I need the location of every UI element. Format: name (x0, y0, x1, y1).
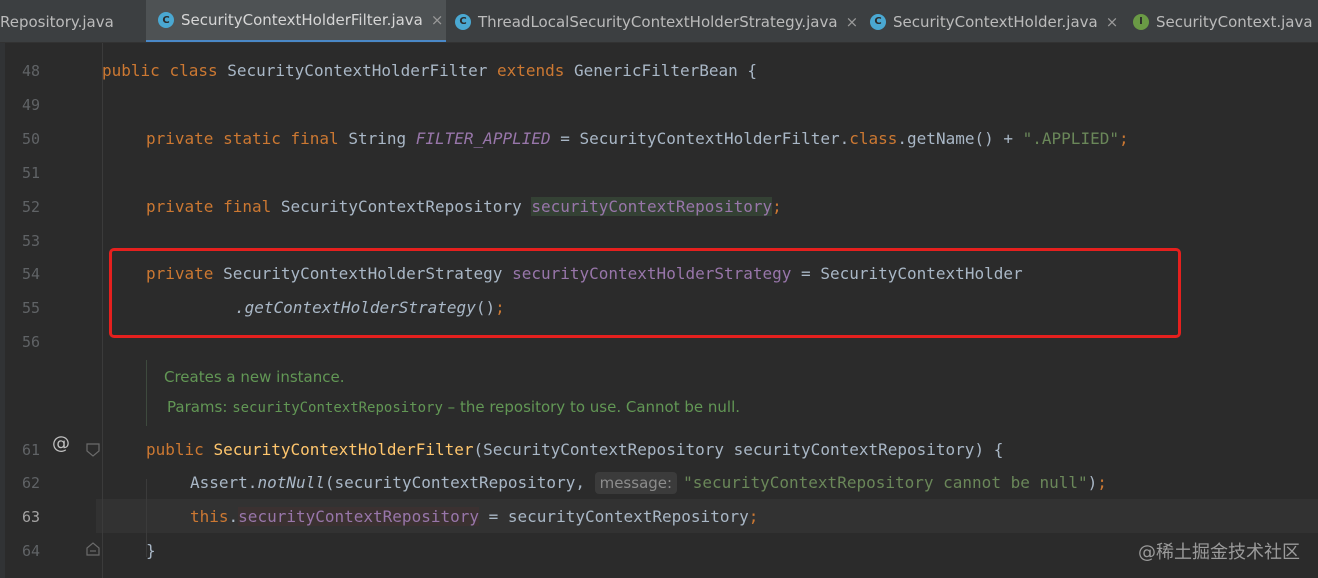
line-number: 53 (0, 224, 40, 258)
javadoc-summary: Creates a new instance. (164, 368, 344, 386)
interface-icon: I (1133, 14, 1149, 30)
override-marker-icon[interactable]: @ (52, 433, 70, 454)
code-line-51[interactable]: 51 (0, 156, 1318, 190)
line-number: 50 (0, 122, 40, 156)
parameter-hint: message: (595, 472, 677, 494)
line-number: 63 (0, 500, 40, 534)
close-icon[interactable]: × (431, 11, 444, 29)
code-text: private static final String FILTER_APPLI… (146, 122, 1129, 156)
close-icon[interactable]: × (846, 13, 859, 31)
rendered-javadoc: Creates a new instance. Params: security… (146, 360, 1318, 426)
tab-label: SecurityContextHolderFilter.java (181, 11, 423, 29)
code-line-63[interactable]: 63 this.securityContextRepository = secu… (0, 500, 1318, 534)
code-text: public SecurityContextHolderFilter(Secur… (146, 433, 1003, 467)
highlighted-field: securityContextRepository (238, 507, 479, 526)
line-number: 54 (0, 257, 40, 291)
tab-security-context-holder[interactable]: C SecurityContextHolder.java × (870, 0, 1122, 43)
line-number: 52 (0, 190, 40, 224)
watermark: @稀土掘金技术社区 (1138, 538, 1300, 564)
line-number: 55 (0, 291, 40, 325)
line-number: 64 (0, 534, 40, 568)
line-number: 56 (0, 325, 40, 359)
tab-thread-local-strategy[interactable]: C ThreadLocalSecurityContextHolderStrate… (455, 0, 859, 43)
editor-tab-bar: Repository.java C SecurityContextHolderF… (0, 0, 1318, 43)
tab-label: SecurityContext.java (1156, 13, 1313, 31)
fold-marker-icon[interactable] (86, 443, 100, 457)
javadoc-params: Params: securityContextRepository – the … (167, 398, 740, 416)
close-icon[interactable]: × (1106, 13, 1119, 31)
code-text: } (146, 534, 156, 568)
code-line-49[interactable]: 49 (0, 88, 1318, 122)
code-line-50[interactable]: 50 private static final String FILTER_AP… (0, 122, 1318, 156)
highlight-box (109, 248, 1181, 338)
tab-label: ThreadLocalSecurityContextHolderStrategy… (478, 13, 838, 31)
code-line-62[interactable]: 62 Assert.notNull(securityContextReposit… (0, 466, 1318, 500)
class-icon: C (870, 14, 886, 30)
code-line-64[interactable]: 64 } (0, 534, 1318, 568)
tab-repository[interactable]: Repository.java (0, 0, 142, 43)
line-number: 62 (0, 466, 40, 500)
line-number: 61 (0, 433, 40, 467)
code-line-52[interactable]: 52 private final SecurityContextReposito… (0, 190, 1318, 224)
tab-label: Repository.java (0, 13, 114, 31)
fold-end-marker-icon[interactable] (86, 542, 100, 556)
highlighted-field: securityContextRepository (531, 197, 772, 216)
line-number: 51 (0, 156, 40, 190)
code-editor[interactable]: 48 public class SecurityContextHolderFil… (0, 43, 1318, 578)
code-text: private final SecurityContextRepository … (146, 190, 782, 224)
class-icon: C (158, 12, 174, 28)
tab-label: SecurityContextHolder.java (893, 13, 1098, 31)
code-text: Assert.notNull(securityContextRepository… (190, 466, 1107, 500)
line-number: 48 (0, 54, 40, 88)
code-text: public class SecurityContextHolderFilter… (102, 54, 757, 88)
line-number: 49 (0, 88, 40, 122)
code-line-48[interactable]: 48 public class SecurityContextHolderFil… (0, 54, 1318, 88)
tab-security-context[interactable]: I SecurityContext.java (1133, 0, 1318, 43)
tab-security-context-holder-filter[interactable]: C SecurityContextHolderFilter.java × (146, 0, 446, 43)
code-line-61[interactable]: 61 public SecurityContextHolderFilter(Se… (0, 433, 1318, 467)
code-text: this.securityContextRepository = securit… (190, 500, 758, 534)
class-icon: C (455, 14, 471, 30)
